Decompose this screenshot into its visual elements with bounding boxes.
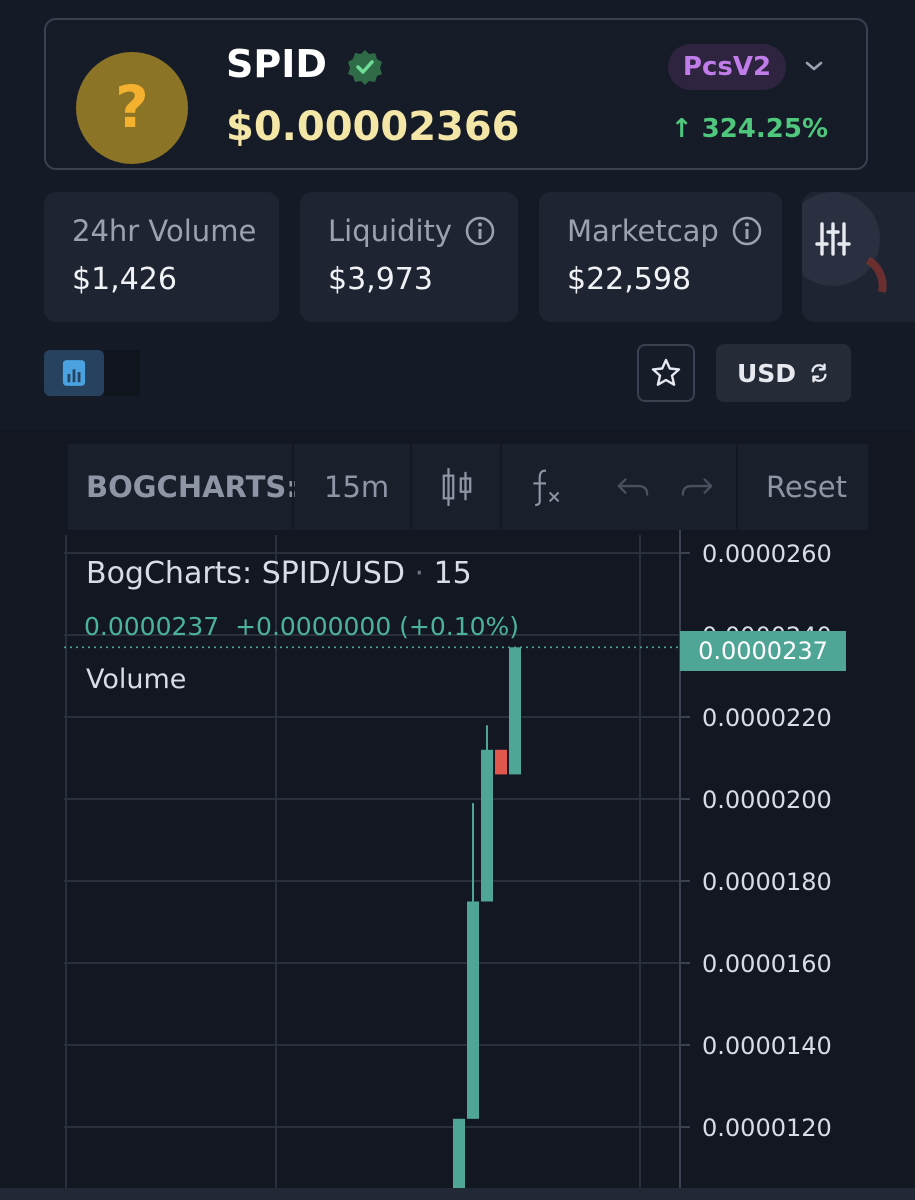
- bottom-scrollbar[interactable]: [0, 1188, 915, 1200]
- info-icon[interactable]: [731, 215, 763, 247]
- price-change: ↑ 324.25%: [670, 114, 828, 144]
- stat-value: $1,426: [72, 262, 177, 297]
- candlestick-icon: [442, 468, 472, 506]
- indicators-button[interactable]: [528, 444, 564, 530]
- stat-liquidity: Liquidity $3,973: [300, 192, 518, 322]
- chart-legend-values: 0.0000237 +0.0000000 (+0.10%): [84, 612, 520, 641]
- redo-button[interactable]: [680, 444, 714, 530]
- toolbar-divider: [292, 444, 294, 530]
- currency-label: USD: [736, 358, 797, 388]
- stat-value: $22,598: [567, 262, 692, 297]
- candle-type-button[interactable]: [440, 444, 474, 530]
- bar-chart-icon: [62, 360, 86, 386]
- token-logo: ?: [76, 52, 188, 164]
- token-symbol: SPID: [226, 42, 327, 86]
- interval-button[interactable]: 15m: [324, 444, 389, 530]
- stat-value: $3,973: [328, 262, 433, 297]
- favorite-button[interactable]: [637, 344, 695, 402]
- chart-toolbar: BOGCHARTS: 15m Reset: [68, 444, 868, 530]
- stat-label: Marketcap: [567, 214, 719, 248]
- stat-label: Liquidity: [328, 214, 453, 248]
- function-icon: [533, 469, 560, 507]
- current-price-badge: 0.0000237: [680, 631, 846, 671]
- chart-container: [0, 430, 915, 1200]
- chart-legend-title: BogCharts: SPID/USD · 15: [86, 556, 472, 591]
- verified-badge-icon: [348, 50, 382, 85]
- settings-card[interactable]: [802, 192, 915, 322]
- tab-divider: [104, 350, 140, 396]
- svg-text:?: ?: [115, 77, 149, 139]
- currency-toggle-button[interactable]: USD: [716, 344, 851, 402]
- gauge-arc-icon: [865, 256, 887, 293]
- chart-view-tab[interactable]: [44, 350, 104, 396]
- chevron-down-icon[interactable]: [802, 54, 826, 78]
- toolbar-divider: [736, 444, 738, 530]
- stat-marketcap: Marketcap $22,598: [539, 192, 782, 322]
- token-price: $0.00002366: [226, 104, 520, 150]
- undo-button[interactable]: [616, 444, 650, 530]
- toolbar-brand: BOGCHARTS:: [86, 470, 298, 504]
- token-card: ? SPID $0.00002366 PcsV2 ↑ 324.25%: [44, 18, 868, 170]
- volume-label[interactable]: Volume: [86, 664, 186, 695]
- info-icon[interactable]: [464, 215, 496, 247]
- dex-selector[interactable]: PcsV2: [668, 44, 786, 90]
- toolbar-divider: [410, 444, 412, 530]
- reset-button[interactable]: Reset: [766, 444, 847, 530]
- toolbar-divider: [500, 444, 502, 530]
- star-icon: [651, 358, 681, 386]
- question-icon: ?: [115, 77, 149, 139]
- stat-label: 24hr Volume: [72, 214, 257, 248]
- undo-icon: [617, 478, 649, 496]
- swap-icon: [811, 363, 827, 383]
- stat-volume: 24hr Volume $1,426: [44, 192, 279, 322]
- arrow-up-icon: ↑: [670, 114, 702, 144]
- redo-icon: [681, 478, 713, 496]
